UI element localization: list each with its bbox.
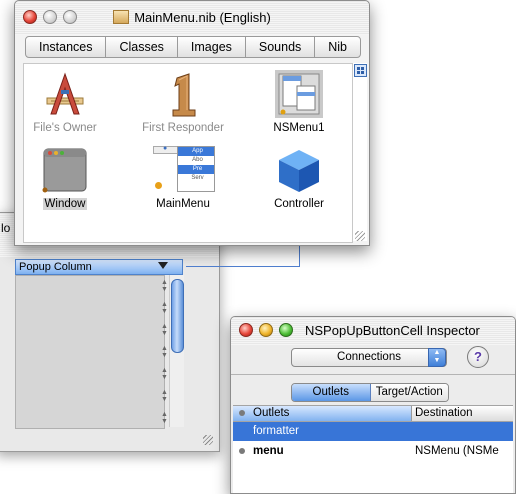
warning-badge-icon — [155, 182, 162, 189]
inspector-mode-popup[interactable]: Connections ▲ ▼ — [291, 348, 447, 367]
background-window: lo Popup Column ▲ ▼ ▲ ▼ ▲ ▼ ▲ ▼ ▲ ▼ ▲ ▼ ▲ ▼ — [0, 212, 220, 452]
window-title: NSPopUpButtonCell Inspector — [305, 323, 480, 338]
popup-chevron-icon: ▲ ▼ — [428, 348, 446, 367]
minimize-button[interactable] — [259, 323, 273, 337]
view-mode-grid-icon[interactable] — [354, 64, 367, 77]
stepper-icon[interactable]: ▲ ▼ — [161, 323, 168, 337]
connection-line — [186, 266, 300, 267]
column-header-destination[interactable]: Destination — [415, 407, 473, 419]
menu-preview: App Abo Pre Serv — [177, 146, 215, 192]
stepper-icon[interactable]: ▲ ▼ — [161, 411, 168, 425]
first-responder-icon — [159, 70, 207, 118]
instance-label: First Responder — [142, 122, 224, 134]
segment-target-action[interactable]: Target/Action — [370, 384, 448, 401]
vertical-scrollbar[interactable] — [353, 63, 367, 241]
segment-outlets[interactable]: Outlets — [292, 384, 371, 401]
instance-nsmenu1[interactable]: NSMenu1 — [244, 70, 354, 134]
files-owner-icon — [41, 70, 89, 118]
table-body[interactable] — [15, 275, 165, 429]
outlet-destination: NSMenu (NSMe — [415, 445, 499, 457]
instance-main-menu[interactable]: ● App Abo Pre Serv MainMenu — [128, 145, 238, 210]
menu-preview-item: Pre — [178, 165, 214, 174]
nib-document-icon — [113, 10, 130, 24]
stepper-icon[interactable]: ▲ ▼ — [161, 301, 168, 315]
tab-sounds[interactable]: Sounds — [246, 37, 316, 57]
window-icon — [41, 146, 89, 194]
apple-icon: ● — [163, 145, 168, 152]
stepper-icon[interactable]: ▲ ▼ — [161, 279, 168, 293]
instance-label: File's Owner — [33, 122, 97, 134]
nib-window: MainMenu.nib (English) Instances Classes… — [14, 0, 370, 246]
instance-window[interactable]: Window — [10, 146, 120, 210]
instance-label: Window — [42, 198, 88, 210]
outlets-table: Outlets Destination formatter menu NSMen… — [233, 405, 513, 493]
nsmenu-icon — [275, 70, 323, 118]
resize-grip-icon[interactable] — [355, 231, 365, 241]
tab-classes[interactable]: Classes — [106, 37, 178, 57]
instance-label: Controller — [274, 198, 324, 210]
main-menu-icon: ● App Abo Pre Serv — [153, 145, 215, 194]
instance-label: MainMenu — [156, 198, 210, 210]
popup-value: Connections — [337, 351, 401, 363]
segmented-control: Outlets Target/Action — [291, 383, 449, 402]
table-row[interactable]: menu NSMenu (NSMe — [233, 442, 513, 461]
instance-controller[interactable]: Controller — [244, 146, 354, 210]
stepper-column: ▲ ▼ ▲ ▼ ▲ ▼ ▲ ▼ ▲ ▼ ▲ ▼ ▲ ▼ — [161, 275, 168, 427]
column-header-label: Outlets — [253, 407, 290, 419]
window-title-fragment: lo — [1, 221, 11, 235]
inspector-window: NSPopUpButtonCell Inspector Connections … — [230, 316, 516, 494]
window-title-text: MainMenu.nib (English) — [134, 10, 271, 25]
column-header-label: Popup Column — [19, 261, 92, 273]
tab-nib[interactable]: Nib — [315, 37, 360, 57]
tab-images[interactable]: Images — [178, 37, 246, 57]
table-column-header[interactable]: Popup Column — [15, 259, 183, 275]
scroll-thumb[interactable] — [171, 279, 184, 353]
instances-pane: File's Owner First Responder NSMenu1 Win… — [23, 63, 353, 243]
menu-preview-item: Serv — [191, 175, 204, 181]
stepper-icon[interactable]: ▲ ▼ — [161, 389, 168, 403]
instance-first-responder[interactable]: First Responder — [128, 70, 238, 134]
popup-arrow-icon — [158, 262, 168, 269]
tab-instances[interactable]: Instances — [26, 37, 107, 57]
connection-dot-icon — [239, 448, 245, 454]
stepper-icon[interactable]: ▲ ▼ — [161, 345, 168, 359]
resize-grip-icon[interactable] — [203, 435, 213, 445]
outlet-name: menu — [253, 445, 284, 457]
stepper-icon[interactable]: ▲ ▼ — [161, 367, 168, 381]
table-header: Outlets Destination — [233, 406, 513, 422]
table-row[interactable]: formatter — [233, 422, 513, 441]
outlet-name: formatter — [253, 425, 300, 437]
instance-label: NSMenu1 — [273, 122, 325, 134]
menu-preview-item: App — [178, 147, 214, 156]
divider — [231, 374, 515, 375]
tab-bar: Instances Classes Images Sounds Nib — [25, 36, 361, 58]
zoom-button[interactable] — [279, 323, 293, 337]
connection-dot-icon — [239, 410, 245, 416]
controller-cube-icon — [275, 146, 323, 194]
menu-preview-item: Abo — [192, 157, 203, 163]
instance-files-owner[interactable]: File's Owner — [10, 70, 120, 134]
vertical-scrollbar[interactable] — [169, 275, 184, 427]
close-button[interactable] — [239, 323, 253, 337]
column-header-outlets[interactable]: Outlets — [233, 406, 412, 421]
window-title: MainMenu.nib (English) — [15, 10, 369, 25]
help-button[interactable]: ? — [467, 346, 489, 368]
